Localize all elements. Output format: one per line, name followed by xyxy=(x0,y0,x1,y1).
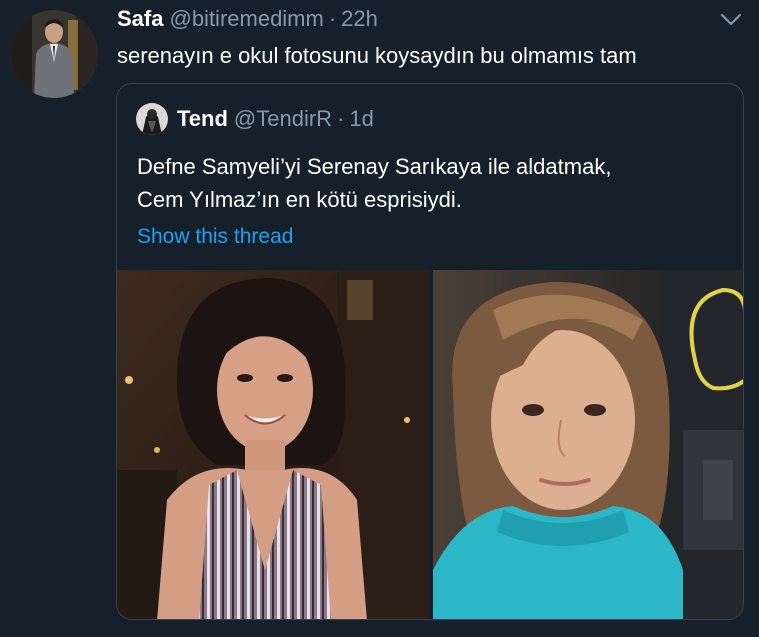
separator-dot: · xyxy=(328,6,337,31)
quoted-author-photo xyxy=(136,103,168,135)
quoted-author-avatar[interactable] xyxy=(136,103,168,135)
quoted-tweet-text-line: Defne Samyeli’yi Serenay Sarıkaya ile al… xyxy=(137,154,612,179)
chevron-down-icon[interactable] xyxy=(720,12,742,28)
author-name[interactable]: Safa xyxy=(117,6,163,32)
photo-woman-sequin-dress[interactable] xyxy=(117,270,429,619)
author-handle[interactable]: @bitiremedimm xyxy=(169,6,323,32)
show-thread-link[interactable]: Show this thread xyxy=(137,225,293,249)
tweet-text: serenayın e okul fotosunu koysaydın bu o… xyxy=(117,43,637,68)
quoted-author-name[interactable]: Tend xyxy=(177,106,228,132)
tweet-header: Safa @bitiremedimm · 22h xyxy=(117,6,378,34)
quoted-tweet[interactable]: Tend @TendirR · 1d Defne Samyeli’yi Sere… xyxy=(116,83,744,620)
author-photo xyxy=(10,10,98,98)
quoted-tweet-time[interactable]: 1d xyxy=(349,106,373,132)
quoted-tweet-text-line: Cem Yılmaz’ın en kötü esprisiydi. xyxy=(137,187,462,212)
tweet-time[interactable]: 22h xyxy=(341,6,378,32)
tweet[interactable]: Safa @bitiremedimm · 22h serenayın e oku… xyxy=(0,0,759,637)
quoted-author-handle[interactable]: @TendirR xyxy=(234,106,332,132)
quoted-tweet-header: Tend @TendirR · 1d xyxy=(177,106,374,132)
photo-woman-turtleneck[interactable] xyxy=(433,270,743,619)
separator-dot: · xyxy=(337,106,345,131)
quoted-tweet-text: Defne Samyeli’yi Serenay Sarıkaya ile al… xyxy=(137,150,733,216)
photo-grid xyxy=(117,270,743,619)
photo-image xyxy=(117,270,429,619)
photo-image xyxy=(433,270,743,619)
author-avatar[interactable] xyxy=(10,10,98,98)
